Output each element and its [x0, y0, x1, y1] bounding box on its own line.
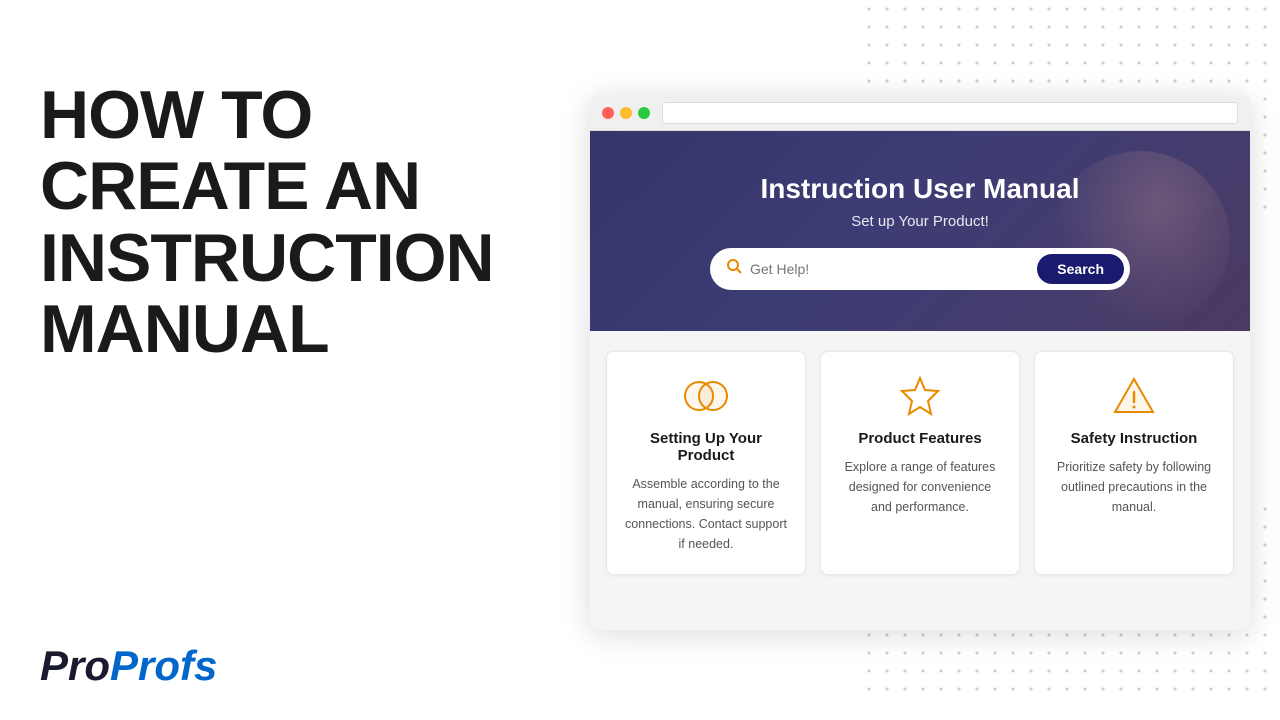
card-setup-title: Setting Up Your Product	[625, 430, 787, 464]
card-safety: Safety Instruction Prioritize safety by …	[1034, 351, 1234, 575]
cards-section: Setting Up Your Product Assemble accordi…	[590, 331, 1250, 591]
card-setup-desc: Assemble according to the manual, ensuri…	[625, 474, 787, 554]
search-icon	[726, 258, 742, 279]
main-title: HOW TO CREATE AN INSTRUCTION MANUAL	[40, 80, 520, 366]
browser-dots	[602, 107, 650, 119]
title-line-2: CREATE AN	[40, 148, 420, 224]
logo-profs: Profs	[110, 642, 217, 690]
search-input[interactable]	[750, 261, 1037, 277]
dot-yellow[interactable]	[620, 107, 632, 119]
card-features-icon	[839, 374, 1001, 418]
card-features: Product Features Explore a range of feat…	[820, 351, 1020, 575]
title-line-4: MANUAL	[40, 291, 329, 367]
left-panel: HOW TO CREATE AN INSTRUCTION MANUAL	[40, 80, 520, 366]
browser-toolbar	[590, 95, 1250, 131]
card-setup-icon	[625, 374, 787, 418]
browser-url-bar[interactable]	[662, 102, 1238, 124]
hero-title: Instruction User Manual	[610, 173, 1230, 205]
card-features-title: Product Features	[839, 430, 1001, 447]
card-setup: Setting Up Your Product Assemble accordi…	[606, 351, 806, 575]
title-line-1: HOW TO	[40, 77, 312, 153]
dot-green[interactable]	[638, 107, 650, 119]
logo-pro: Pro	[40, 642, 110, 690]
browser-window: Instruction User Manual Set up Your Prod…	[590, 95, 1250, 630]
title-line-3: INSTRUCTION	[40, 220, 494, 296]
card-safety-title: Safety Instruction	[1053, 430, 1215, 447]
search-bar: Search	[710, 248, 1130, 290]
hero-subtitle: Set up Your Product!	[610, 213, 1230, 230]
hero-content: Instruction User Manual Set up Your Prod…	[590, 173, 1250, 290]
card-safety-desc: Prioritize safety by following outlined …	[1053, 457, 1215, 517]
logo: ProProfs	[40, 642, 217, 690]
search-button[interactable]: Search	[1037, 254, 1124, 284]
dot-red[interactable]	[602, 107, 614, 119]
card-features-desc: Explore a range of features designed for…	[839, 457, 1001, 517]
hero-banner: Instruction User Manual Set up Your Prod…	[590, 131, 1250, 331]
card-safety-icon	[1053, 374, 1215, 418]
